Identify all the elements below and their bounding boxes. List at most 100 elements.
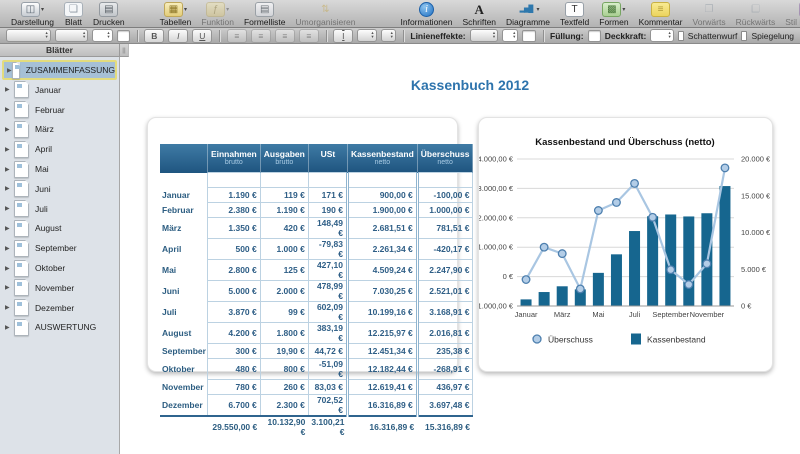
cell[interactable]: 125 € [260, 260, 308, 281]
spacer-cell[interactable] [308, 173, 347, 188]
cell[interactable]: 171 € [308, 188, 347, 203]
row-header[interactable]: August [160, 323, 207, 344]
cell[interactable]: 1.000 € [260, 239, 308, 260]
spacer-cell[interactable] [347, 173, 417, 188]
vertical-align-button[interactable]: I [333, 29, 353, 43]
bar-juni[interactable] [611, 254, 622, 306]
cell[interactable]: 260 € [260, 380, 308, 395]
toolbar-item-comment[interactable]: ≡Kommentar [639, 2, 683, 27]
cell[interactable]: 12.451,34 € [347, 344, 417, 359]
cell[interactable]: 2.300 € [260, 395, 308, 417]
toolbar-item-print[interactable]: ▤Drucken [93, 2, 125, 27]
disclosure-triangle-icon[interactable]: ▶ [5, 245, 14, 252]
cell[interactable]: 12.182,44 € [347, 359, 417, 380]
row-header[interactable]: November [160, 380, 207, 395]
bar-marz[interactable] [557, 286, 568, 306]
cell[interactable]: 1.350 € [207, 218, 260, 239]
line-color-combo[interactable] [502, 29, 518, 42]
marker-april[interactable] [576, 285, 584, 293]
disclosure-triangle-icon[interactable]: ▶ [5, 146, 14, 153]
row-header[interactable]: September [160, 344, 207, 359]
cell[interactable]: 427,10 € [308, 260, 347, 281]
font-family-select[interactable] [6, 29, 51, 42]
sidebar-item-november[interactable]: ▶November [0, 278, 119, 298]
cell[interactable]: 4.200 € [207, 323, 260, 344]
cell[interactable]: 2.800 € [207, 260, 260, 281]
disclosure-triangle-icon[interactable]: ▶ [5, 265, 14, 272]
bar-februar[interactable] [539, 292, 550, 306]
disclosure-triangle-icon[interactable]: ▶ [5, 324, 14, 331]
toolbar-item-sheet[interactable]: ❏Blatt [64, 2, 83, 27]
cell[interactable]: 602,09 € [308, 302, 347, 323]
row-header[interactable]: Februar [160, 203, 207, 218]
marker-marz[interactable] [558, 250, 566, 258]
cell[interactable]: 12.215,97 € [347, 323, 417, 344]
marker-august[interactable] [649, 214, 657, 222]
total-cell[interactable]: 15.316,89 € [417, 416, 473, 437]
cell[interactable]: 10.199,16 € [347, 302, 417, 323]
cell[interactable]: 420 € [260, 218, 308, 239]
sidebar-item-januar[interactable]: ▶Januar [0, 80, 119, 100]
cell[interactable]: 800 € [260, 359, 308, 380]
cell[interactable]: 4.509,24 € [347, 260, 417, 281]
bar-januar[interactable] [521, 299, 532, 306]
cell[interactable]: 119 € [260, 188, 308, 203]
line-effects-select[interactable] [470, 29, 498, 42]
bar-juli[interactable] [629, 231, 640, 306]
marker-januar[interactable] [522, 276, 530, 284]
cell[interactable]: 780 € [207, 380, 260, 395]
summary-table-card[interactable]: EinnahmenbruttoAusgabenbruttoUSt Kassenb… [147, 117, 458, 372]
cell[interactable]: 478,99 € [308, 281, 347, 302]
marker-oktober[interactable] [685, 281, 693, 289]
cell[interactable]: 16.316,89 € [347, 395, 417, 417]
total-cell[interactable]: 3.100,21 € [308, 416, 347, 437]
toolbar-item-tables[interactable]: ▦▾Tabellen [160, 2, 192, 27]
toolbar-item-info[interactable]: iInformationen [401, 2, 453, 27]
cell[interactable]: -420,17 € [417, 239, 473, 260]
fill-color-well[interactable] [588, 30, 601, 42]
spacer-cell[interactable] [260, 173, 308, 188]
header-cell-ausgaben[interactable]: Ausgabenbrutto [260, 144, 308, 173]
marker-dezember[interactable] [721, 164, 729, 172]
row-header[interactable]: Januar [160, 188, 207, 203]
cell[interactable]: -79,83 € [308, 239, 347, 260]
font-style-select[interactable] [55, 29, 89, 42]
cell[interactable]: -100,00 € [417, 188, 473, 203]
cell[interactable]: 12.619,41 € [347, 380, 417, 395]
sidebar-item-august[interactable]: ▶August [0, 219, 119, 239]
vertical-align-select[interactable] [357, 29, 376, 42]
marker-juni[interactable] [613, 199, 621, 207]
disclosure-triangle-icon[interactable]: ▶ [5, 126, 14, 133]
marker-september[interactable] [667, 266, 675, 274]
toolbar-item-shapes[interactable]: ▩▾Formen [599, 2, 628, 27]
disclosure-triangle-icon[interactable]: ▶ [5, 284, 14, 291]
line-width-well[interactable] [522, 30, 535, 42]
cell[interactable]: 3.697,48 € [417, 395, 473, 417]
sidebar-splitter[interactable]: || [120, 44, 129, 57]
bar-mai[interactable] [593, 273, 604, 306]
align-justify-button[interactable]: ≡ [299, 29, 319, 43]
cell[interactable]: 500 € [207, 239, 260, 260]
header-cell-einnahmen[interactable]: Einnahmenbrutto [207, 144, 260, 173]
sidebar-item-dezember[interactable]: ▶Dezember [0, 298, 119, 318]
cell[interactable]: 2.016,81 € [417, 323, 473, 344]
font-size-combo[interactable] [92, 29, 112, 42]
align-center-button[interactable]: ≡ [251, 29, 271, 43]
cell[interactable]: 99 € [260, 302, 308, 323]
spacer-cell[interactable] [207, 173, 260, 188]
cell[interactable]: 2.380 € [207, 203, 260, 218]
sidebar-item-april[interactable]: ▶April [0, 139, 119, 159]
row-header[interactable]: Oktober [160, 359, 207, 380]
cell[interactable]: 2.261,34 € [347, 239, 417, 260]
sidebar-item-februar[interactable]: ▶Februar [0, 100, 119, 120]
cell[interactable]: 190 € [308, 203, 347, 218]
disclosure-triangle-icon[interactable]: ▶ [7, 67, 12, 74]
row-header[interactable]: Juli [160, 302, 207, 323]
cell[interactable]: 3.168,91 € [417, 302, 473, 323]
legend-label-kassenbestand[interactable]: Kassenbestand [647, 335, 706, 345]
sidebar-item-zusammenfassung[interactable]: ▶ZUSAMMENFASSUNG [2, 60, 117, 80]
sidebar-item-juni[interactable]: ▶Juni [0, 179, 119, 199]
header-cell-ust[interactable]: USt [308, 144, 347, 173]
bold-button[interactable]: B [144, 29, 164, 43]
cell[interactable]: 1.000,00 € [417, 203, 473, 218]
